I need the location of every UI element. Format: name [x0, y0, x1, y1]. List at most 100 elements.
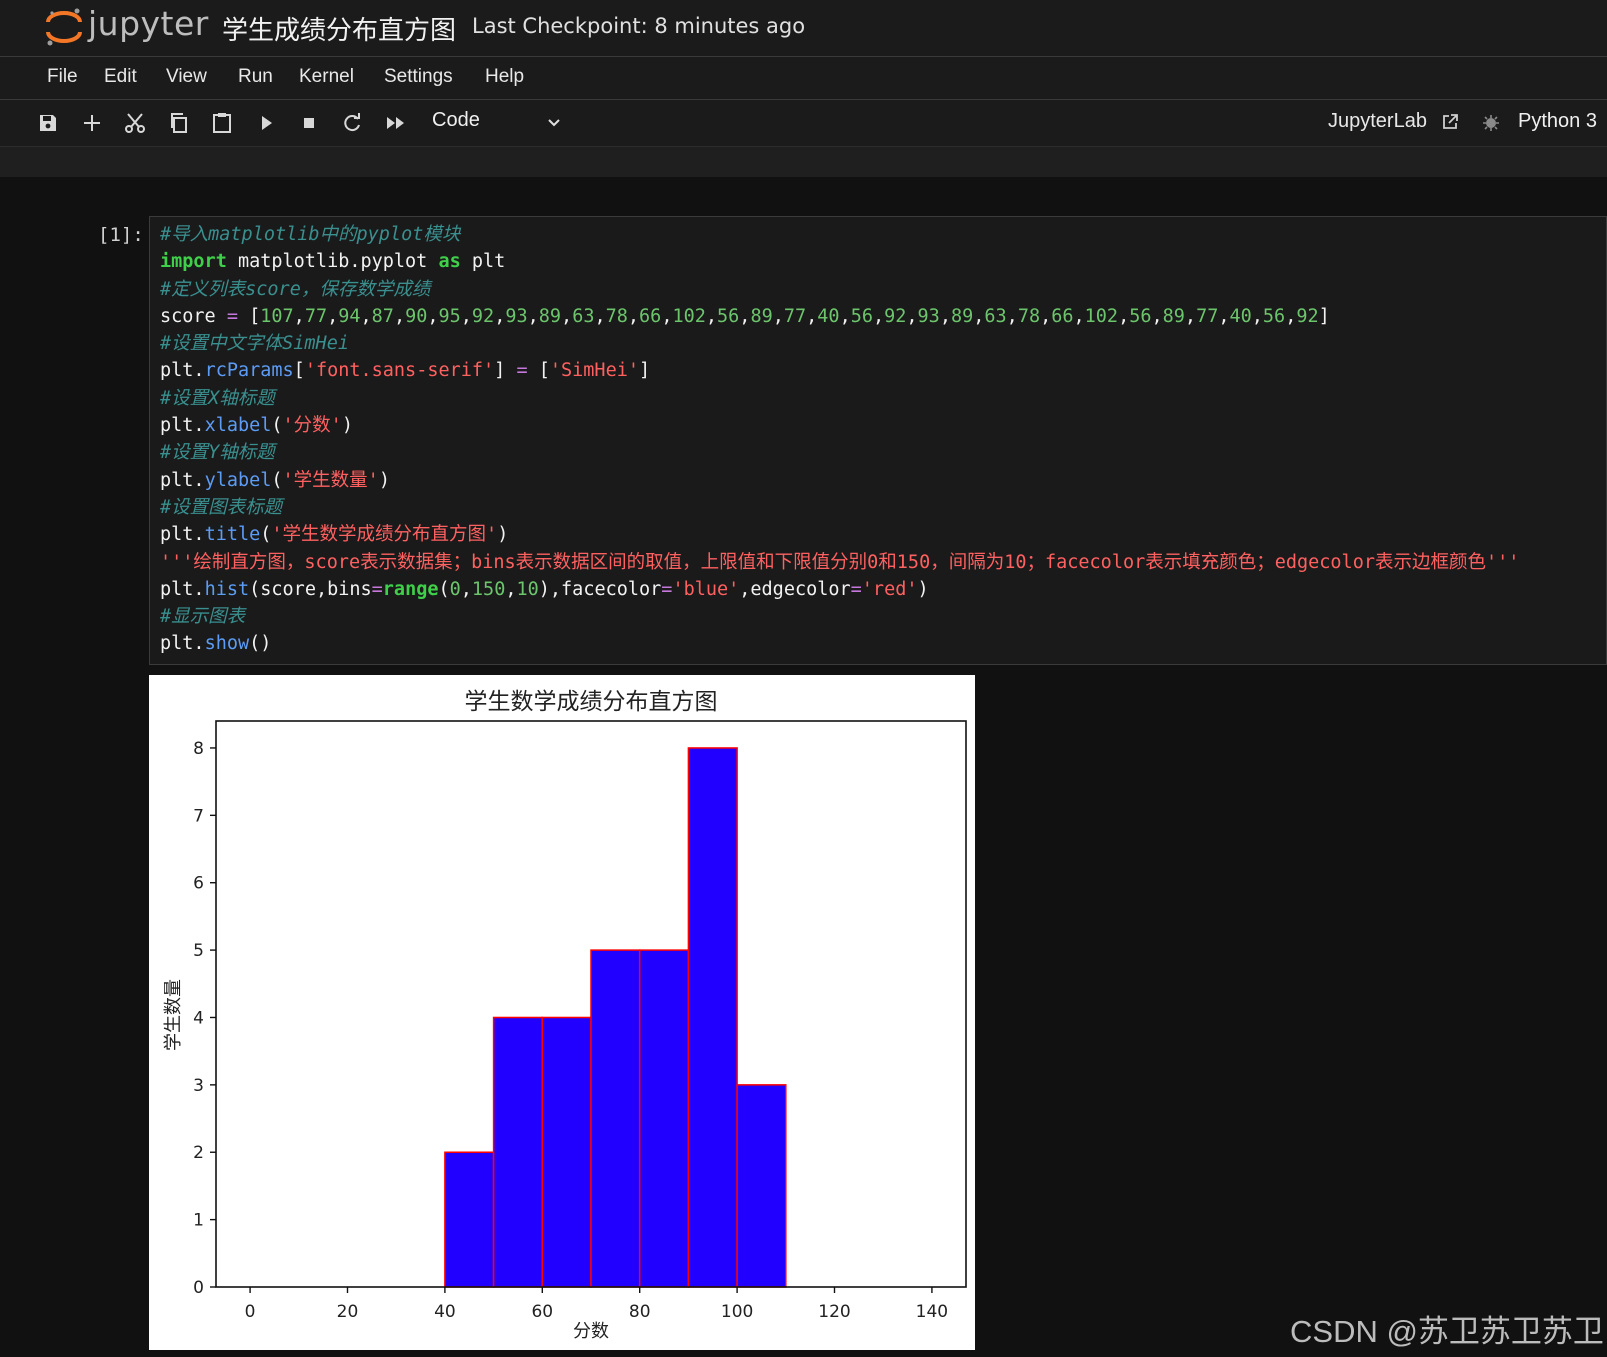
code-token: ,: [661, 305, 673, 327]
code-token: 102: [1084, 305, 1119, 327]
code-token: '''绘制直方图，score表示数据集；bins表示数据区间的取值，上限值和下限…: [160, 551, 1520, 573]
code-token: =: [661, 578, 673, 600]
code-token: 40: [817, 305, 840, 327]
code-token: 89: [538, 305, 562, 327]
menu-help[interactable]: Help: [485, 66, 524, 88]
code-line: #设置X轴标题: [150, 385, 1606, 412]
csdn-watermark: CSDN @苏卫苏卫苏卫: [1290, 1314, 1604, 1349]
add-cell-icon[interactable]: [79, 110, 105, 136]
kernel-name[interactable]: Python 3: [1518, 110, 1597, 133]
notebook-top-band: [0, 147, 1607, 177]
y-tick-label: 3: [193, 1076, 204, 1096]
code-editor[interactable]: #导入matplotlib中的pyplot模块 import matplotlib…: [149, 216, 1607, 665]
cell-prompt: [1]:: [98, 224, 144, 246]
code-token: #显示图表: [160, 606, 246, 628]
x-tick-label: 0: [245, 1302, 256, 1322]
paste-icon[interactable]: [209, 110, 235, 136]
y-tick-label: 4: [193, 1008, 204, 1028]
chart-title: 学生数学成绩分布直方图: [465, 689, 718, 715]
menu-run[interactable]: Run: [238, 66, 273, 88]
menu-bar: File Edit View Run Kernel Settings Help: [0, 57, 1607, 100]
code-token: ,: [505, 578, 517, 600]
menu-settings[interactable]: Settings: [384, 66, 453, 88]
code-token: '分数': [282, 415, 342, 437]
code-token: 87: [371, 305, 394, 327]
notebook-title[interactable]: 学生成绩分布直方图: [222, 10, 456, 47]
code-token: ,: [293, 305, 305, 327]
code-token: ,: [561, 305, 573, 327]
code-token: '学生数量': [282, 469, 379, 491]
code-token: ,: [1040, 305, 1052, 327]
jupyter-brand[interactable]: jupyter: [88, 4, 209, 43]
code-line: import matplotlib.pyplot as plt: [150, 248, 1606, 275]
code-token: 66: [1051, 305, 1074, 327]
run-icon[interactable]: [253, 110, 279, 136]
code-token: ,: [393, 305, 406, 327]
code-token: range: [382, 578, 439, 600]
code-token: #设置中文字体SimHei: [160, 333, 349, 355]
y-tick-label: 5: [193, 941, 204, 961]
code-token: (: [438, 578, 450, 600]
menu-file[interactable]: File: [47, 66, 78, 88]
code-token: 63: [984, 305, 1007, 327]
code-token: =: [516, 360, 528, 382]
code-token: ,: [527, 305, 539, 327]
code-token: 93: [917, 305, 940, 327]
histogram-chart: 学生数学成绩分布直方图 分数 学生数量 0 20 40 60 80 100 120 140 0 1…: [163, 689, 967, 1342]
code-token: ,: [627, 305, 640, 327]
code-token: 92: [1296, 305, 1319, 327]
code-token: ]: [638, 360, 651, 382]
code-token: ,: [939, 305, 951, 327]
code-token: ,: [705, 305, 718, 327]
cell-type-select[interactable]: Code: [432, 109, 562, 137]
x-tick-label: 140: [916, 1302, 948, 1322]
copy-icon[interactable]: [166, 110, 192, 136]
code-token: ,: [1285, 305, 1297, 327]
code-token: hist: [204, 578, 250, 600]
y-tick-label: 1: [193, 1211, 204, 1231]
code-token: 102: [672, 305, 706, 327]
code-token: ]: [494, 360, 517, 382]
fast-forward-icon[interactable]: [383, 110, 409, 136]
y-tick-label: 6: [193, 874, 204, 894]
code-token: 77: [1196, 305, 1219, 327]
code-token: 89: [1162, 305, 1185, 327]
menu-view[interactable]: View: [166, 66, 207, 88]
code-token: ,: [1218, 305, 1230, 327]
menu-kernel[interactable]: Kernel: [299, 66, 354, 88]
histogram-bar: [590, 949, 641, 1288]
code-token: plt: [460, 251, 506, 273]
cell-type-value: Code: [432, 109, 480, 131]
code-token: ,: [1151, 305, 1163, 327]
code-token: 0: [449, 578, 461, 600]
y-tick-label: 8: [193, 739, 204, 759]
code-token: 95: [438, 305, 461, 327]
histogram-bar: [638, 949, 690, 1288]
code-token: ]: [1318, 305, 1330, 327]
open-jupyterlab-link[interactable]: JupyterLab: [1328, 110, 1427, 133]
code-line: plt.hist(score,bins=range(0,150,10),face…: [150, 576, 1606, 603]
save-icon[interactable]: [35, 110, 61, 136]
code-token: ylabel: [204, 469, 272, 491]
code-line: plt.ylabel('学生数量'): [150, 467, 1606, 494]
code-token: as: [438, 251, 461, 273]
code-line: #导入matplotlib中的pyplot模块: [150, 221, 1606, 248]
restart-icon[interactable]: [339, 110, 365, 136]
chart-x-label: 分数: [573, 1321, 609, 1342]
code-token: (): [249, 633, 272, 655]
code-token: ,: [1184, 305, 1197, 327]
code-token: ,: [460, 305, 472, 327]
code-token: import: [160, 251, 227, 273]
menu-edit[interactable]: Edit: [104, 66, 137, 88]
x-tick-label: 120: [818, 1302, 850, 1322]
code-line: plt.show(): [150, 630, 1606, 657]
cut-icon[interactable]: [122, 110, 148, 136]
code-token: ,: [460, 578, 472, 600]
code-line: #定义列表score，保存数学成绩: [150, 276, 1606, 303]
stop-icon[interactable]: [296, 110, 322, 136]
code-token: (: [271, 469, 283, 491]
code-token: 92: [884, 305, 907, 327]
histogram-bar: [541, 1016, 592, 1288]
code-token: 90: [405, 305, 428, 327]
external-link-icon[interactable]: [1440, 112, 1460, 132]
